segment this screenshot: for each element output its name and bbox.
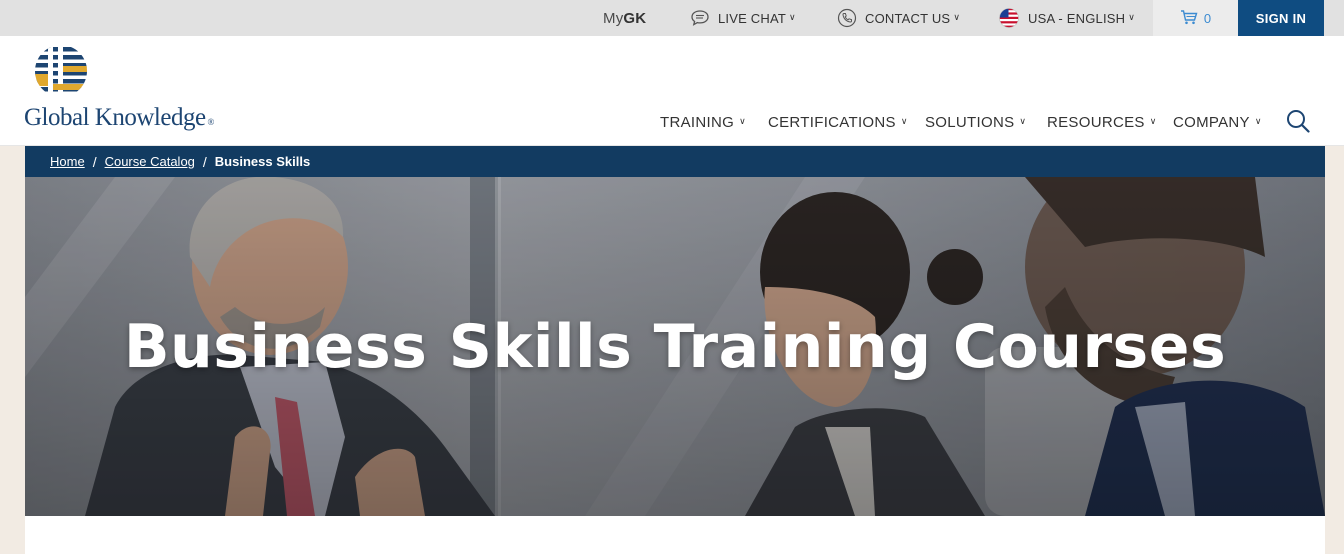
sign-in-button[interactable]: SIGN IN [1238, 0, 1324, 36]
us-flag-icon [999, 8, 1019, 28]
chevron-down-icon: ∨ [789, 11, 796, 22]
nav-solutions[interactable]: SOLUTIONS ∨ [925, 112, 1026, 132]
chevron-down-icon: ∨ [900, 115, 908, 126]
chevron-down-icon: ∨ [1254, 115, 1262, 126]
logo-text: Global Knowledge [24, 104, 206, 131]
breadcrumb-separator: / [202, 153, 207, 170]
breadcrumb: Home / Course Catalog / Business Skills [25, 146, 1325, 177]
utility-bar: My GK LIVE CHAT ∨ CONTACT US ∨ USA - ENG… [0, 0, 1344, 36]
live-chat-menu[interactable]: LIVE CHAT ∨ [690, 0, 796, 36]
breadcrumb-current: Business Skills [214, 154, 311, 169]
chevron-down-icon: ∨ [953, 11, 961, 22]
nav-company[interactable]: COMPANY ∨ [1173, 112, 1262, 132]
hero-banner: Business Skills Training Courses [25, 177, 1325, 516]
locale-label: USA - ENGLISH [1028, 10, 1126, 26]
main-header: Global Knowledge ® TRAINING ∨ CERTIFICATI… [0, 36, 1344, 146]
global-knowledge-logo-icon[interactable] [34, 44, 88, 103]
content-area [25, 516, 1325, 554]
nav-resources[interactable]: RESOURCES ∨ [1047, 112, 1157, 132]
mygk-bold: GK [623, 9, 647, 27]
cart-icon [1180, 9, 1198, 28]
search-icon[interactable] [1286, 109, 1310, 133]
breadcrumb-home-link[interactable]: Home [50, 154, 85, 169]
nav-company-label: COMPANY [1173, 113, 1250, 131]
live-chat-label: LIVE CHAT [718, 10, 787, 26]
contact-us-menu[interactable]: CONTACT US ∨ [837, 0, 960, 36]
utility-bar-edge [1324, 0, 1344, 36]
cart-button[interactable]: 0 [1153, 0, 1238, 36]
chevron-down-icon: ∨ [1128, 11, 1136, 22]
nav-training-label: TRAINING [660, 113, 735, 131]
logo-wordmark[interactable]: Global Knowledge ® [24, 104, 214, 132]
mygk-link[interactable]: My GK [603, 0, 646, 36]
registered-mark: ® [207, 117, 215, 127]
nav-certifications[interactable]: CERTIFICATIONS ∨ [768, 112, 908, 132]
nav-training[interactable]: TRAINING ∨ [660, 112, 746, 132]
phone-icon [837, 8, 857, 28]
nav-resources-label: RESOURCES [1047, 113, 1145, 131]
chevron-down-icon: ∨ [1149, 115, 1157, 126]
page-title: Business Skills Training Courses [123, 312, 1227, 382]
cart-count: 0 [1203, 10, 1212, 26]
mygk-prefix: My [603, 9, 624, 27]
breadcrumb-separator: / [92, 153, 97, 170]
chat-icon [690, 9, 710, 27]
nav-certifications-label: CERTIFICATIONS [768, 113, 896, 131]
breadcrumb-catalog-link[interactable]: Course Catalog [105, 154, 195, 169]
contact-us-label: CONTACT US [865, 10, 951, 26]
locale-selector[interactable]: USA - ENGLISH ∨ [999, 0, 1135, 36]
chevron-down-icon: ∨ [1019, 115, 1027, 126]
nav-solutions-label: SOLUTIONS [925, 113, 1015, 131]
chevron-down-icon: ∨ [739, 115, 746, 126]
